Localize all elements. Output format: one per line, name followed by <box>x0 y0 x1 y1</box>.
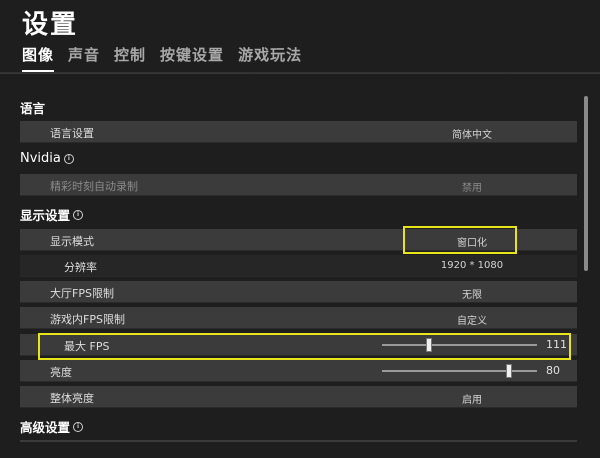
row-label: 精彩时刻自动录制 <box>50 180 138 193</box>
row-value[interactable]: 无限 <box>387 286 557 301</box>
brightness-slider-thumb[interactable] <box>506 364 513 378</box>
page-title: 设置 <box>22 10 79 40</box>
section-nvidia-title: Nvidia i <box>20 151 74 166</box>
row-label: 亮度 <box>50 366 72 379</box>
row-value[interactable]: 启用 <box>387 391 557 406</box>
row-value[interactable]: 1920 * 1080 <box>387 260 557 271</box>
brightness-value: 80 <box>546 364 560 377</box>
section-nvidia-label: Nvidia <box>20 151 61 166</box>
info-icon[interactable]: i <box>63 153 74 164</box>
tab-bar: 图像 声音 控制 按键设置 游戏玩法 <box>22 44 302 72</box>
row-resolution[interactable]: 分辨率 1920 * 1080 <box>20 255 577 277</box>
row-value[interactable]: 禁用 <box>387 179 557 194</box>
row-max-fps[interactable]: 最大 FPS 111 <box>20 334 577 356</box>
row-label: 游戏内FPS限制 <box>50 313 125 326</box>
tab-sound[interactable]: 声音 <box>68 44 100 72</box>
row-label: 语言设置 <box>50 127 94 140</box>
row-value[interactable]: 窗口化 <box>387 234 557 249</box>
row-label: 整体亮度 <box>50 392 94 405</box>
section-display-label: 显示设置 <box>20 208 71 223</box>
row-lobby-fps-limit[interactable]: 大厅FPS限制 无限 <box>20 281 577 303</box>
row-label: 显示模式 <box>50 235 94 248</box>
section-display-title: 显示设置 i <box>20 205 84 224</box>
tab-graphics[interactable]: 图像 <box>22 44 55 72</box>
tab-controls[interactable]: 控制 <box>114 44 146 72</box>
row-overall-brightness[interactable]: 整体亮度 启用 <box>20 386 577 408</box>
row-highlights-auto-record[interactable]: 精彩时刻自动录制 禁用 <box>20 174 577 196</box>
row-label: 分辨率 <box>64 261 97 274</box>
info-icon[interactable]: i <box>73 209 84 220</box>
max-fps-value: 111 <box>546 338 567 351</box>
tab-gameplay[interactable]: 游戏玩法 <box>238 44 302 72</box>
max-fps-slider-track[interactable] <box>382 344 537 346</box>
section-language-label: 语言 <box>20 101 46 116</box>
section-language-title: 语言 <box>20 98 45 117</box>
row-value[interactable]: 自定义 <box>387 312 557 327</box>
advanced-row-edge <box>20 440 577 442</box>
row-label: 大厅FPS限制 <box>50 287 114 300</box>
row-value[interactable]: 简体中文 <box>387 126 557 141</box>
tab-keybindings[interactable]: 按键设置 <box>160 44 224 72</box>
section-advanced-title: 高级设置 i <box>20 417 84 436</box>
row-brightness[interactable]: 亮度 80 <box>20 360 577 382</box>
max-fps-slider-thumb[interactable] <box>425 338 432 352</box>
section-advanced-label: 高级设置 <box>20 420 71 435</box>
row-ingame-fps-limit[interactable]: 游戏内FPS限制 自定义 <box>20 307 577 329</box>
row-label: 最大 FPS <box>64 340 110 353</box>
scrollbar[interactable] <box>584 96 588 271</box>
row-display-mode[interactable]: 显示模式 窗口化 <box>20 229 577 251</box>
info-icon[interactable]: i <box>73 421 84 432</box>
header-divider <box>0 72 600 74</box>
row-language-setting[interactable]: 语言设置 简体中文 <box>20 121 577 143</box>
brightness-slider-track[interactable] <box>382 370 537 372</box>
